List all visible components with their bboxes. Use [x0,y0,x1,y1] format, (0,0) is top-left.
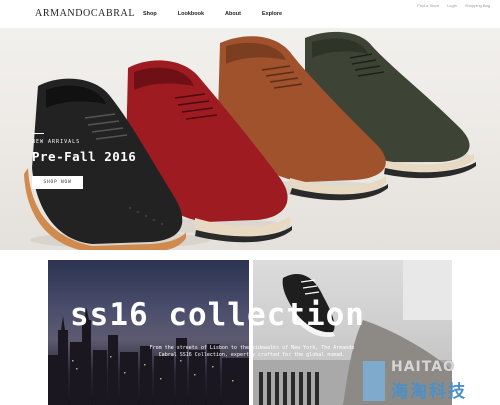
utility-nav: Find a Store Login Shopping Bag [417,3,490,8]
hero-copy: NEW ARRIVALS Pre-Fall 2016 SHOP NOW [32,133,136,189]
nav-about[interactable]: About [225,11,241,17]
collection-title: ss16 collection [70,297,365,333]
hero-title: Pre-Fall 2016 [32,149,137,164]
nav-shop[interactable]: Shop [143,11,157,17]
collection-description: From the streets of Lisbon to the sidewa… [149,345,355,358]
hero-kicker: NEW ARRIVALS [32,139,81,145]
shopping-bag-link[interactable]: Shopping Bag [465,3,490,8]
page: { "header": { "logo": "ARMANDOCABRAL", "… [0,0,500,405]
brand-logo[interactable]: ARMANDOCABRAL [35,8,135,19]
find-store-link[interactable]: Find a Store [417,3,439,8]
watermark-logo-icon [363,361,385,401]
site-header: ARMANDOCABRAL Shop Lookbook About Explor… [0,0,500,28]
watermark-en: HAITAO [391,359,456,375]
main-nav: Shop Lookbook About Explore [143,11,303,17]
watermark-cn: 海淘科技 [391,382,467,402]
nav-lookbook[interactable]: Lookbook [178,11,204,17]
login-link[interactable]: Login [447,3,457,8]
watermark: HAITAO 海淘科技 [363,357,500,405]
shop-now-button[interactable]: SHOP NOW [32,176,83,189]
divider [32,133,44,134]
nav-explore[interactable]: Explore [262,11,282,17]
hero-banner[interactable]: NEW ARRIVALS Pre-Fall 2016 SHOP NOW [0,28,500,250]
